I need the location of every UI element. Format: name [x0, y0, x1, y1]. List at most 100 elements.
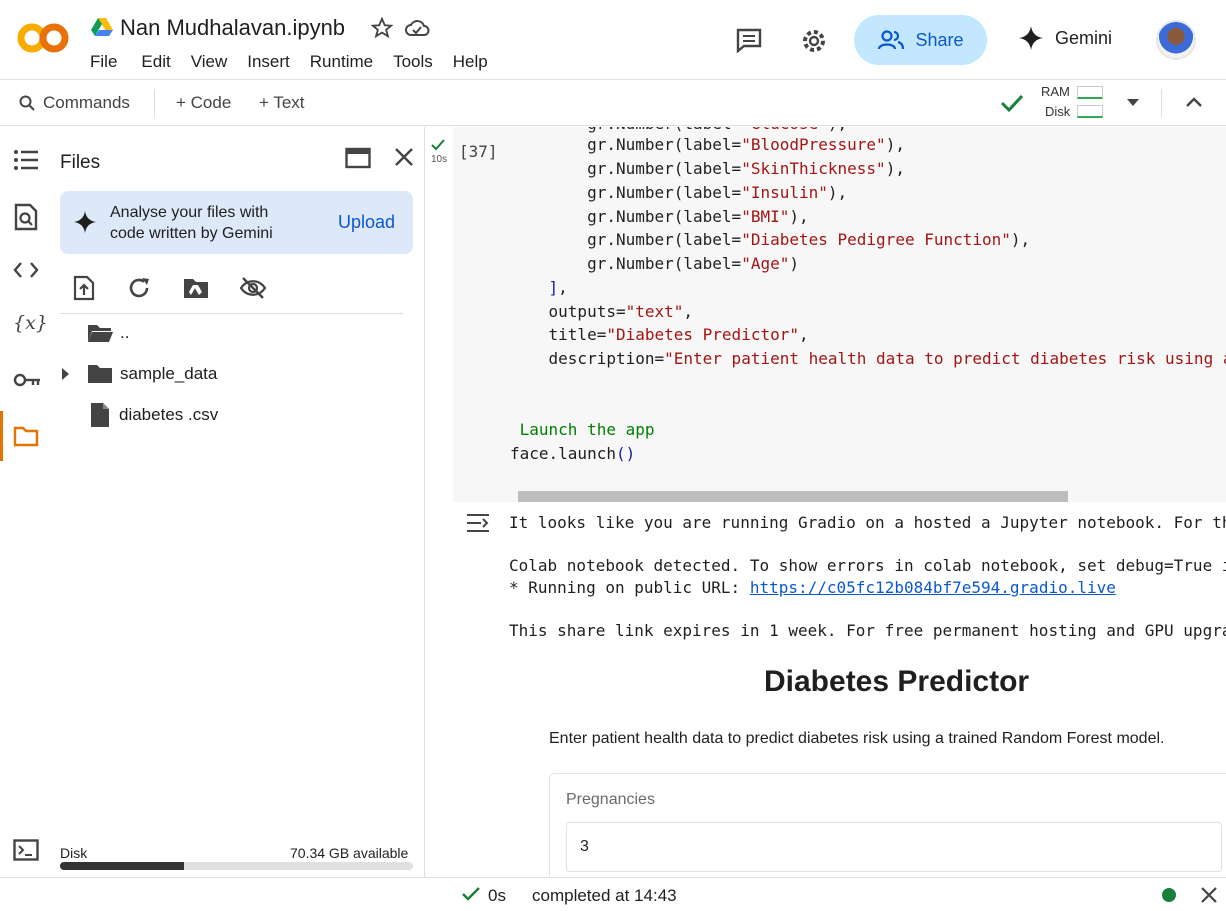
- collapse-header-icon[interactable]: [1185, 95, 1203, 109]
- disk-usage-fill: [60, 862, 184, 870]
- menu-help[interactable]: Help: [453, 52, 488, 72]
- file-row-parent[interactable]: ..: [87, 323, 129, 343]
- gemini-card-line1: Analyse your files with: [110, 204, 269, 221]
- avatar[interactable]: [1156, 20, 1196, 60]
- code-line: ],: [548, 278, 568, 297]
- upload-file-icon[interactable]: [72, 275, 96, 301]
- close-icon[interactable]: [1200, 886, 1218, 904]
- commands-button[interactable]: Commands: [19, 93, 130, 113]
- files-panel-title: Files: [60, 152, 101, 173]
- disk-usage-label: Disk: [60, 845, 88, 861]
- file-row-sample-data[interactable]: sample_data: [60, 364, 217, 384]
- code-line: gr.Number(label="Glucose"),: [510, 127, 847, 133]
- file-row-diabetes-csv[interactable]: diabetes .csv: [90, 402, 218, 428]
- hide-eye-icon[interactable]: [239, 276, 267, 300]
- expand-arrow-icon[interactable]: [60, 367, 70, 381]
- search-icon: [19, 95, 35, 111]
- connected-check-icon[interactable]: [1000, 92, 1024, 114]
- menu-edit[interactable]: Edit: [141, 52, 170, 72]
- run-time: 10s: [431, 154, 448, 165]
- file-icon: [91, 403, 109, 427]
- code-snippets-icon[interactable]: [13, 261, 39, 279]
- disk-label: Disk: [1045, 104, 1071, 119]
- connection-status-dot: [1162, 888, 1176, 902]
- app-header: Nan Mudhalavan.ipynb File Edit View Inse…: [0, 0, 1226, 80]
- gradio-public-url-link[interactable]: https://c05fc12b084bf7e594.gradio.live: [750, 578, 1116, 597]
- people-icon: [878, 30, 905, 50]
- gemini-card-line2: code written by Gemini: [110, 225, 273, 242]
- left-rail: {x}: [0, 127, 50, 877]
- disk-usage-bar: [60, 862, 413, 870]
- find-icon[interactable]: [13, 203, 39, 231]
- code-line: gr.Number(label="SkinThickness"),: [510, 159, 905, 178]
- output-actions-icon[interactable]: [465, 512, 491, 534]
- files-folder-icon[interactable]: [13, 425, 39, 447]
- gradio-input-block: Pregnancies 3: [549, 773, 1226, 877]
- add-code-button[interactable]: + Code: [176, 93, 231, 113]
- code-line: gr.Number(label="Insulin"),: [510, 183, 848, 202]
- horizontal-scrollbar[interactable]: [518, 491, 1068, 502]
- file-name: ..: [120, 323, 130, 342]
- menu-file[interactable]: File: [90, 52, 117, 72]
- toolbar-divider: [154, 89, 155, 117]
- file-name: sample_data: [120, 364, 218, 383]
- commands-label: Commands: [43, 93, 130, 112]
- rail-active-indicator: [0, 411, 3, 461]
- star-icon[interactable]: [371, 17, 393, 39]
- output-line: Colab notebook detected. To show errors …: [509, 556, 1226, 575]
- menu-runtime[interactable]: Runtime: [310, 52, 373, 72]
- code-line: gr.Number(label="Diabetes Pedigree Funct…: [510, 230, 1031, 249]
- code-line: face.launch(): [510, 444, 636, 463]
- close-icon[interactable]: [394, 147, 414, 167]
- refresh-icon[interactable]: [127, 276, 151, 300]
- status-completed[interactable]: completed at 14:43: [532, 886, 677, 906]
- run-success-check-icon[interactable]: [431, 139, 445, 151]
- ram-label: RAM: [1041, 84, 1070, 99]
- gemini-analyse-card: Analyse your files with code written by …: [60, 191, 413, 254]
- table-of-contents-icon[interactable]: [13, 149, 39, 171]
- disk-available: 70.34 GB available: [290, 845, 409, 861]
- mount-drive-icon[interactable]: [183, 277, 209, 299]
- output-line: * Running on public URL: https://c05fc12…: [509, 578, 1116, 597]
- menu-bar: File Edit View Insert Runtime Tools Help: [90, 52, 508, 72]
- file-name: diabetes .csv: [119, 405, 219, 424]
- menu-tools[interactable]: Tools: [393, 52, 433, 72]
- status-check-icon: [461, 885, 481, 903]
- comment-icon[interactable]: [735, 27, 763, 53]
- colab-logo[interactable]: [16, 18, 72, 58]
- share-button[interactable]: Share: [854, 15, 987, 65]
- disk-meter[interactable]: [1077, 105, 1103, 118]
- pregnancies-label: Pregnancies: [566, 791, 655, 808]
- toolbar-divider: [1161, 89, 1162, 117]
- execution-count: [37]: [459, 142, 498, 161]
- menu-view[interactable]: View: [191, 52, 228, 72]
- gemini-label: Gemini: [1055, 27, 1113, 48]
- add-text-button[interactable]: + Text: [259, 93, 305, 113]
- ram-meter[interactable]: [1077, 86, 1103, 99]
- secrets-key-icon[interactable]: [13, 372, 41, 388]
- gear-icon[interactable]: [800, 27, 828, 55]
- open-in-tab-icon[interactable]: [345, 147, 371, 169]
- files-panel: Files Analyse your files with code writt…: [50, 127, 425, 877]
- gemini-card-text: Analyse your files with code written by …: [110, 202, 273, 244]
- code-line: gr.Number(label="Age"): [510, 254, 799, 273]
- menu-insert[interactable]: Insert: [247, 52, 290, 72]
- upload-button[interactable]: Upload: [338, 212, 395, 233]
- code-line: outputs="text",: [510, 302, 694, 321]
- code-line: gr.Number(label="BloodPressure"),: [510, 135, 905, 154]
- notebook-title[interactable]: Nan Mudhalavan.ipynb: [120, 15, 345, 41]
- folder-open-icon: [88, 325, 113, 342]
- variables-icon[interactable]: {x}: [13, 312, 48, 334]
- output-line: It looks like you are running Gradio on …: [509, 513, 1226, 532]
- runtime-dropdown-icon[interactable]: [1125, 96, 1141, 108]
- notebook-toolbar: Commands + Code + Text RAM Disk: [0, 81, 1226, 126]
- gemini-button[interactable]: Gemini: [1019, 26, 1112, 50]
- output-prefix: * Running on public URL:: [509, 578, 750, 597]
- gradio-title: Diabetes Predictor: [764, 665, 1030, 698]
- file-toolbar-divider: [60, 313, 403, 314]
- code-comment: Launch the app: [510, 420, 655, 439]
- status-duration: 0s: [488, 886, 506, 905]
- terminal-icon[interactable]: [13, 839, 39, 861]
- pregnancies-input[interactable]: 3: [566, 822, 1222, 872]
- cloud-saved-icon[interactable]: [404, 17, 430, 39]
